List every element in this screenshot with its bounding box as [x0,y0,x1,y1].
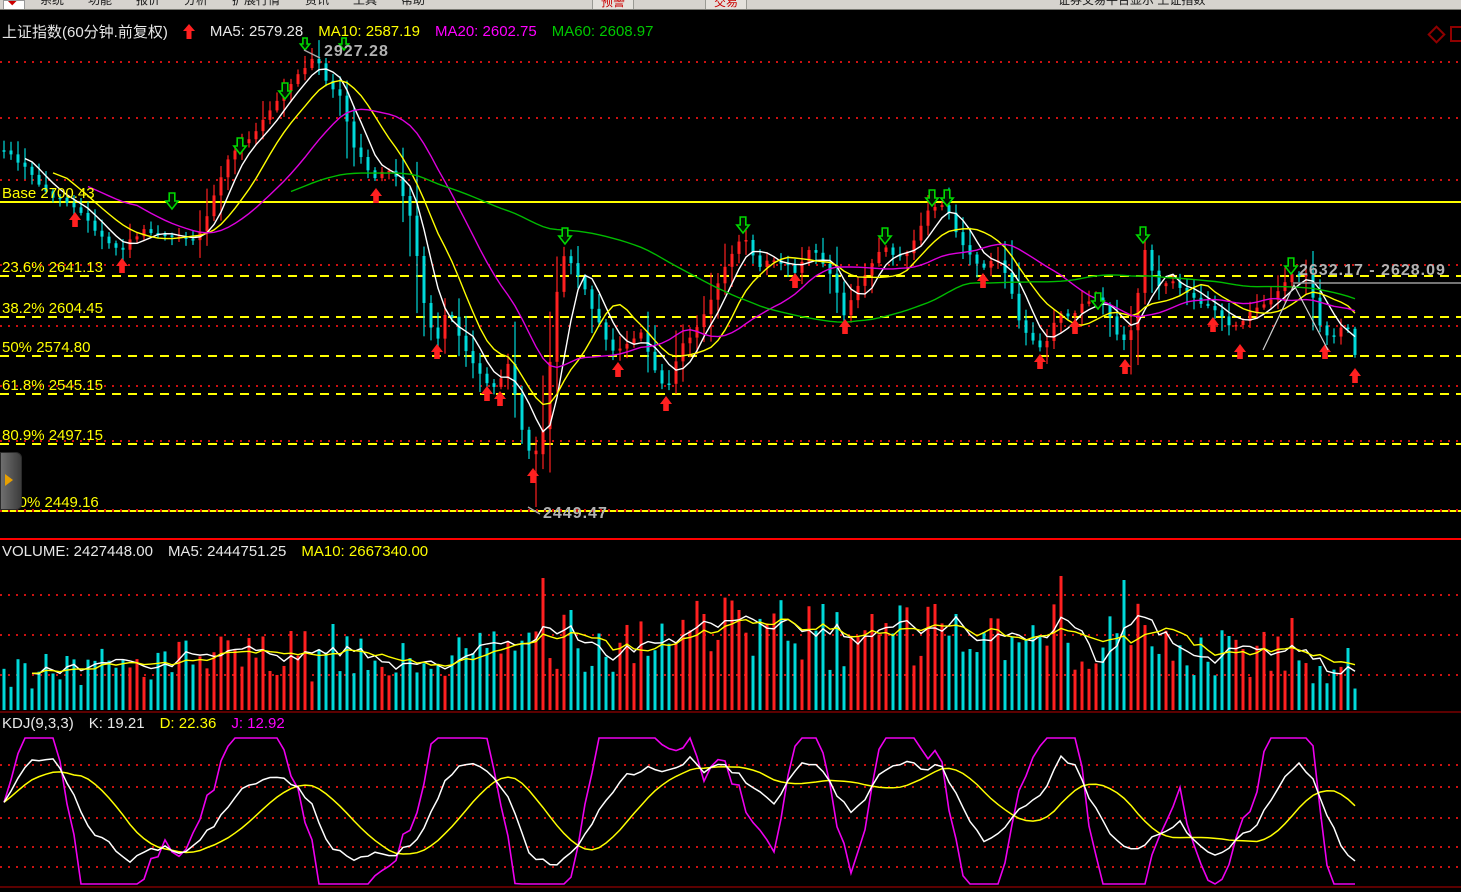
price-annotation: 2449.47 [543,505,608,523]
kdj-name: KDJ(9,3,3) [2,715,74,732]
expand-arrow-icon [5,474,13,486]
up-arrow-icon [183,24,195,39]
ma10-value: MA10: 2587.19 [318,23,420,40]
volume-ma5-value: MA5: 2444751.25 [168,543,286,560]
candlesticks [3,40,1357,507]
fib-level-label: 23.6% 2641.13 [2,259,103,276]
sidebar-slide-handle[interactable] [0,452,22,510]
ma60-value: MA60: 2608.97 [552,23,654,40]
volume-pane-header: VOLUME: 2427448.00 MA5: 2444751.25 MA10:… [2,543,428,560]
volume-value: VOLUME: 2427448.00 [2,543,153,560]
main-chart-header: 上证指数(60分钟.前复权) MA5: 2579.28 MA10: 2587.1… [2,21,654,42]
buy-signal-arrows [69,188,1361,483]
ma20-value: MA20: 2602.75 [435,23,537,40]
fib-level-label: 61.8% 2545.15 [2,377,103,394]
ma-lines [25,69,1355,432]
maximize-icon[interactable] [1450,26,1461,42]
trading-app-window: ◆ 系统功能报价分析扩展行情资讯工具帮助预警交易证券交易平台显示 上证指数 上证… [0,0,1461,892]
kdj-d-value: D: 22.36 [160,715,217,732]
price-annotation: 2632.17 - 2628.09 [1299,262,1446,280]
diamond-icon[interactable] [1427,25,1445,43]
pane-corner-buttons [1430,26,1461,42]
volume-ma10-value: MA10: 2667340.00 [301,543,428,560]
volume-ma-lines [32,616,1355,674]
fib-level-label: Base 2700.43 [2,185,95,202]
chart-title: 上证指数(60分钟.前复权) [2,21,168,42]
kdj-lines [4,738,1355,884]
kdj-j-value: J: 12.92 [231,715,284,732]
fib-level-label: 80.9% 2497.15 [2,427,103,444]
volume-bars [3,576,1357,710]
ma5-value: MA5: 2579.28 [210,23,303,40]
chart-canvas[interactable] [0,0,1461,892]
fib-level-label: 50% 2574.80 [2,339,90,356]
price-annotation: 2927.28 [324,43,389,61]
fib-level-label: 38.2% 2604.45 [2,300,103,317]
kdj-k-value: K: 19.21 [89,715,145,732]
gridlines [0,62,1461,867]
kdj-pane-header: KDJ(9,3,3) K: 19.21 D: 22.36 J: 12.92 [2,715,285,732]
